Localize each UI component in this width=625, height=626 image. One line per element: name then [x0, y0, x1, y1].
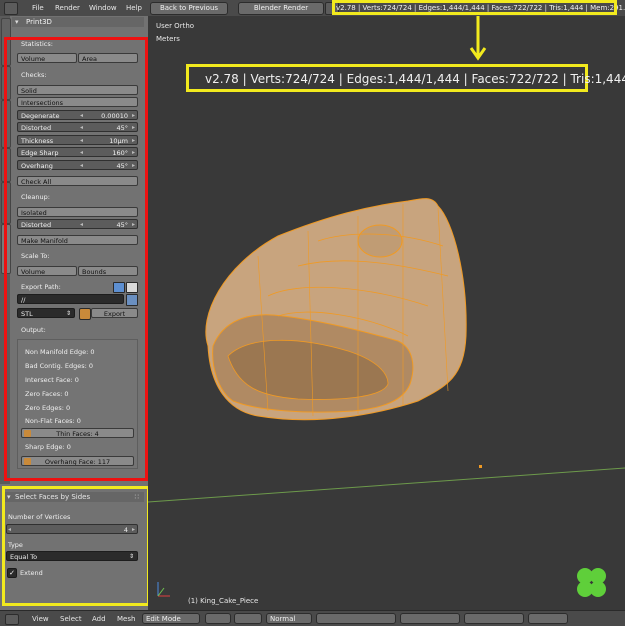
top-stats-highlight — [332, 0, 617, 15]
annotation-arrow-icon — [469, 16, 487, 61]
3d-cursor-icon — [479, 465, 482, 468]
zoomed-stats-highlight: v2.78 | Verts:724/724 | Edges:1,444/1,44… — [186, 64, 625, 92]
back-to-previous-button[interactable]: Back to Previous — [150, 2, 228, 15]
selection-mode-toolbar[interactable] — [400, 613, 460, 624]
menu-window[interactable]: Window — [89, 2, 117, 14]
menu-mesh[interactable]: Mesh — [117, 614, 135, 624]
snap-toolbar[interactable] — [464, 613, 524, 624]
shading-select[interactable] — [205, 613, 231, 624]
top-header-bar: File Render Window Help Back to Previous… — [0, 0, 625, 17]
king-cake-piece-mesh — [205, 198, 467, 421]
menu-view[interactable]: View — [32, 614, 49, 624]
menu-add[interactable]: Add — [92, 614, 106, 624]
proportional-edit-toolbar[interactable] — [528, 613, 568, 624]
3d-view-editor-icon[interactable] — [5, 614, 19, 625]
operator-panel-highlight — [2, 486, 150, 606]
print3d-panel-header[interactable]: ▾ Print3D — [12, 17, 144, 27]
clover-logo-icon — [577, 568, 606, 597]
bottom-header-bar: View Select Add Mesh Edit Mode Normal — [0, 610, 625, 626]
pivot-select[interactable] — [234, 613, 262, 624]
editor-type-icon[interactable] — [4, 2, 18, 15]
menu-select[interactable]: Select — [60, 614, 82, 624]
layers-toolbar[interactable] — [316, 613, 396, 624]
collapse-arrow-icon: ▾ — [15, 18, 19, 26]
menu-render[interactable]: Render — [55, 2, 80, 14]
mode-select[interactable]: Edit Mode — [142, 613, 200, 624]
zoomed-stats-text: v2.78 | Verts:724/724 | Edges:1,444/1,44… — [205, 72, 625, 86]
print3d-title: Print3D — [26, 18, 52, 26]
3d-viewport[interactable]: User Ortho Meters (1) King_Cake_Piece — [148, 16, 625, 610]
render-engine-select[interactable]: Blender Render — [238, 2, 324, 15]
scene-canvas — [148, 198, 625, 597]
orientation-select[interactable]: Normal — [266, 613, 312, 624]
object-name-label: (1) King_Cake_Piece — [188, 597, 259, 605]
x-axis-line — [148, 467, 625, 503]
menu-file[interactable]: File — [32, 2, 44, 14]
axis-gizmo-icon — [157, 582, 170, 597]
menu-help[interactable]: Help — [126, 2, 142, 14]
print3d-panel-highlight — [4, 37, 148, 481]
